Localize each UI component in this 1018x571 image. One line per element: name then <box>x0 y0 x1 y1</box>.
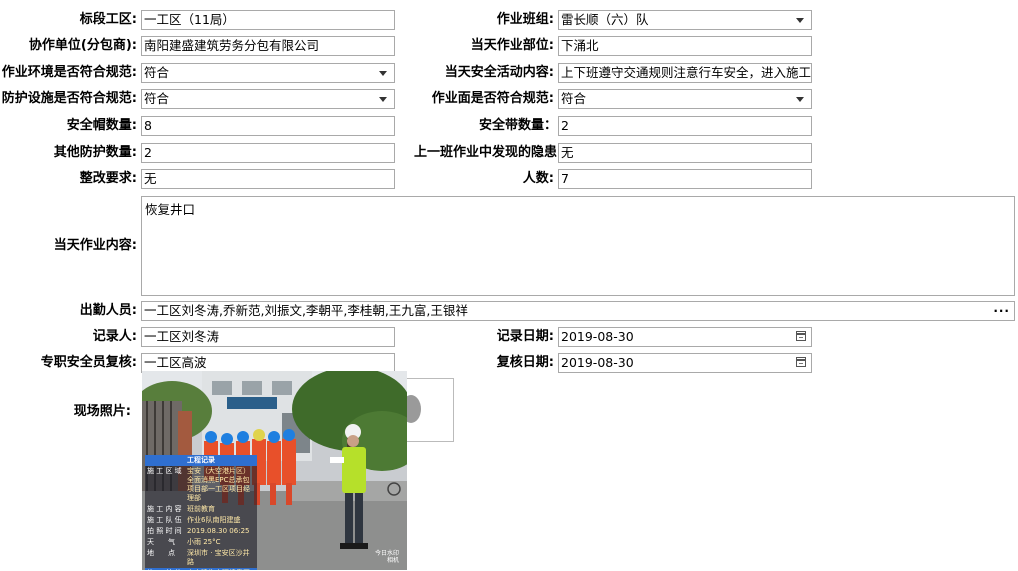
work-surface-ok-label: 作业面是否符合规范: <box>431 91 554 106</box>
team-select-value: 雷长顺（六）队 <box>561 12 649 27</box>
photo-card-row: 施 工 内 容班前教育 <box>145 504 257 515</box>
photo-card-key: 地 点 <box>147 549 175 557</box>
recorder-label: 记录人: <box>92 329 137 344</box>
photo-label: 现场照片: <box>73 404 131 419</box>
photo-card-row: 施 工 单 位中电建生态环境集团有限公司 <box>145 568 257 570</box>
photo-card-row: 天 气 小雨 25°C <box>145 537 257 548</box>
calendar-icon[interactable] <box>796 331 806 341</box>
environment-ok-value: 符合 <box>144 65 170 80</box>
photo-card-key: 施 工 内 容 <box>147 505 182 513</box>
belts-field[interactable]: 2 <box>558 116 812 136</box>
work-location-label: 当天作业部位: <box>470 38 554 53</box>
rectification-label: 整改要求: <box>79 171 137 186</box>
work-location-field[interactable]: 下涌北 <box>558 36 812 56</box>
work-surface-ok-value: 符合 <box>561 91 587 106</box>
record-date-value: 2019-08-30 <box>561 329 634 344</box>
photo-card-value: 中电建生态环境集团有限公司 <box>187 569 255 570</box>
helmets-field[interactable]: 8 <box>141 116 395 136</box>
headcount-field[interactable]: 7 <box>558 169 812 189</box>
helmets-label: 安全帽数量: <box>66 118 137 133</box>
work-content-label: 当天作业内容: <box>53 238 137 253</box>
attendance-value: 一工区刘冬涛,乔新范,刘振文,李朝平,李桂朝,王九富,王银祥 <box>144 303 468 318</box>
photo-card-value: 作业6队南阳建盛 <box>187 516 241 524</box>
review-date-field[interactable]: 2019-08-30 <box>558 353 812 373</box>
photo-card-row: 地 点 深圳市 · 宝安区沙井路 <box>145 548 257 568</box>
record-date-field[interactable]: 2019-08-30 <box>558 327 812 347</box>
photo-info-card: 工程记录 施 工 区 域宝安（大空港片区）全面消黑EPC总承包项目部一工区项目经… <box>145 455 257 570</box>
attendance-field[interactable]: 一工区刘冬涛,乔新范,刘振文,李朝平,李桂朝,王九富,王银祥 ··· <box>141 301 1015 321</box>
reviewer-field[interactable]: 一工区高波 <box>141 353 395 373</box>
headcount-label: 人数: <box>522 171 554 186</box>
photo-card-value: 宝安（大空港片区）全面消黑EPC总承包项目部一工区项目经理部 <box>187 467 250 502</box>
previous-hazards-label: 上一班作业中发现的隐患 <box>413 145 557 160</box>
rectification-field[interactable]: 无 <box>141 169 395 189</box>
safety-activity-label: 当天安全活动内容: <box>444 65 554 80</box>
subcontractor-field[interactable]: 南阳建盛建筑劳务分包有限公司 <box>141 36 395 56</box>
team-select[interactable]: 雷长顺（六）队 <box>558 10 812 30</box>
review-date-label: 复核日期: <box>496 355 554 370</box>
photo-card-value: 班前教育 <box>187 505 215 513</box>
section-field[interactable]: 一工区（11局） <box>141 10 395 30</box>
protection-ok-label: 防护设施是否符合规范: <box>1 91 137 106</box>
photo-card-key: 施 工 单 位 <box>147 569 187 570</box>
calendar-icon[interactable] <box>796 357 806 367</box>
photo-card-row: 拍 照 时 间 2019.08.30 06:25 <box>145 526 257 537</box>
environment-ok-label: 作业环境是否符合规范: <box>1 65 137 80</box>
other-protection-label: 其他防护数量: <box>53 145 137 160</box>
environment-ok-select[interactable]: 符合 <box>141 63 395 83</box>
other-protection-field[interactable]: 2 <box>141 143 395 163</box>
belts-label: 安全带数量： <box>478 118 557 133</box>
record-date-label: 记录日期: <box>496 329 554 344</box>
safety-activity-field[interactable]: 上下班遵守交通规则注意行车安全，进入施工现 <box>558 63 812 83</box>
work-content-textarea[interactable] <box>141 196 1015 296</box>
previous-hazards-field[interactable]: 无 <box>558 143 812 163</box>
watermark-subtext: 相机 <box>386 557 399 564</box>
photo-card-rows: 施 工 区 域宝安（大空港片区）全面消黑EPC总承包项目部一工区项目经理部施 工… <box>145 466 257 570</box>
photo-card-key: 拍 照 时 间 <box>147 527 182 535</box>
review-date-value: 2019-08-30 <box>561 355 634 370</box>
photo-card-key: 施 工 区 域 <box>147 467 182 475</box>
protection-ok-value: 符合 <box>144 91 170 106</box>
attendance-label: 出勤人员: <box>79 303 137 318</box>
watermark-text: 今日水印 <box>374 550 399 557</box>
work-surface-ok-select[interactable]: 符合 <box>558 89 812 109</box>
team-label: 作业班组: <box>496 12 554 27</box>
watermark-logo: 今日水印 相机 <box>375 550 399 564</box>
subcontractor-label: 协作单位(分包商): <box>28 38 137 53</box>
photo-card-key: 天 气 <box>147 538 175 546</box>
more-options-icon[interactable]: ··· <box>993 302 1010 320</box>
photo-card-key: 施 工 队 伍 <box>147 516 182 524</box>
photo-card-row: 施 工 区 域宝安（大空港片区）全面消黑EPC总承包项目部一工区项目经理部 <box>145 466 257 504</box>
protection-ok-select[interactable]: 符合 <box>141 89 395 109</box>
photo-card-title: 工程记录 <box>145 455 257 466</box>
photo-card-row: 施 工 队 伍作业6队南阳建盛 <box>145 515 257 526</box>
photo-card-value: 深圳市 · 宝安区沙井路 <box>187 549 250 566</box>
photo-card-value: 2019.08.30 06:25 <box>187 527 250 535</box>
section-label: 标段工区: <box>79 12 137 27</box>
reviewer-label: 专职安全员复核: <box>40 355 137 370</box>
recorder-field[interactable]: 一工区刘冬涛 <box>141 327 395 347</box>
site-photo[interactable]: 工程记录 施 工 区 域宝安（大空港片区）全面消黑EPC总承包项目部一工区项目经… <box>142 371 407 570</box>
photo-card-value: 小雨 25°C <box>187 538 221 546</box>
